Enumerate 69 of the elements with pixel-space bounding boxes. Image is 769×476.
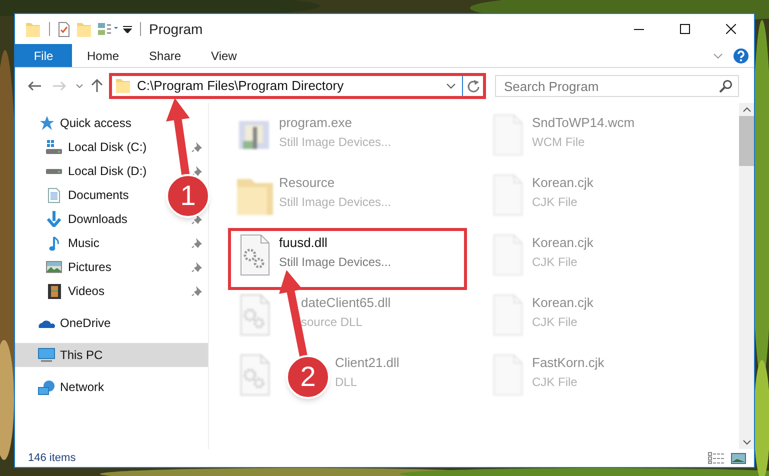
sidebar-item[interactable]: Pictures [68,258,112,276]
properties-icon[interactable] [58,22,70,36]
picture-icon [46,261,62,273]
file-type: Still Image Devices... [279,134,392,150]
file-name[interactable]: fuusd.dll [279,233,392,252]
scroll-up-icon[interactable] [742,107,750,112]
cloud-icon [38,318,54,328]
address-path: C:\Program Files\Program Directory [137,76,345,95]
search-field[interactable]: Search Program [495,75,739,97]
sidebar-item[interactable]: Quick access [15,111,208,135]
refresh-icon[interactable] [466,78,480,92]
maximize-icon[interactable] [680,24,690,34]
address-bar[interactable]: C:\Program Files\Program Directory [109,72,486,98]
sidebar-item[interactable]: Network [15,375,208,399]
sidebar-item[interactable]: Local Disk (C:) [68,138,147,156]
sidebar-item[interactable]: Videos [68,282,104,300]
item-count: 146 items [28,450,76,466]
minimize-icon[interactable] [634,28,644,30]
folder-icon [115,78,131,93]
file-type: CJK File [532,314,578,330]
scroll-down-icon[interactable] [742,440,750,445]
recent-caret-icon[interactable] [76,84,83,88]
ribbon-tab[interactable]: Home [72,44,134,67]
pin-icon[interactable] [191,166,202,176]
ribbon-tab[interactable]: Share [134,44,196,67]
drive-icon [46,168,62,174]
back-arrow-icon[interactable] [27,80,41,90]
file-menu-button[interactable]: File [15,44,72,67]
document-icon [48,188,60,202]
help-icon[interactable] [733,48,749,64]
star-icon [38,116,54,130]
file-type: CJK File [532,194,578,210]
network-icon [38,380,54,394]
search-icon[interactable] [719,78,733,92]
view-options-icon[interactable] [98,22,119,36]
music-note-icon [49,236,59,250]
expand-ribbon-icon[interactable] [713,52,723,58]
sidebar-item[interactable]: Music [68,234,100,252]
file-type: WCM File [532,134,586,150]
monitor-icon [38,348,54,362]
file-type: Still Image Devices... [279,254,392,270]
up-arrow-icon[interactable] [91,79,103,92]
sidebar-item[interactable]: Documents [68,186,129,204]
sidebar-item[interactable]: Downloads [68,210,128,228]
pin-icon[interactable] [191,142,202,152]
drive-icon [46,140,62,154]
download-arrow-icon [46,211,62,227]
scrollbar[interactable] [739,103,754,449]
sidebar-item[interactable]: OneDrive [15,311,208,335]
close-icon[interactable] [726,24,736,34]
file-type: CJK File [532,254,578,270]
window-title: Program [149,20,203,39]
ribbon-tab[interactable]: View [196,44,252,67]
scroll-thumb[interactable] [739,116,754,166]
file-type: Still Image Devices... [279,194,392,210]
pin-icon[interactable] [191,286,202,296]
details-view-icon[interactable] [708,452,725,464]
dropdown-caret-icon[interactable] [446,82,456,88]
sidebar-item[interactable]: Local Disk (D:) [68,162,147,180]
film-icon [48,284,60,298]
file-type: DLL [335,374,358,390]
customize-caret-icon[interactable] [123,26,132,32]
tiles-view-icon[interactable] [731,452,746,464]
pin-icon[interactable] [191,214,202,224]
file-type: source DLL [301,314,364,330]
file-type: CJK File [532,374,578,390]
pin-icon[interactable] [191,262,202,272]
pin-icon[interactable] [191,238,202,248]
sidebar-item[interactable]: This PC [15,343,208,367]
